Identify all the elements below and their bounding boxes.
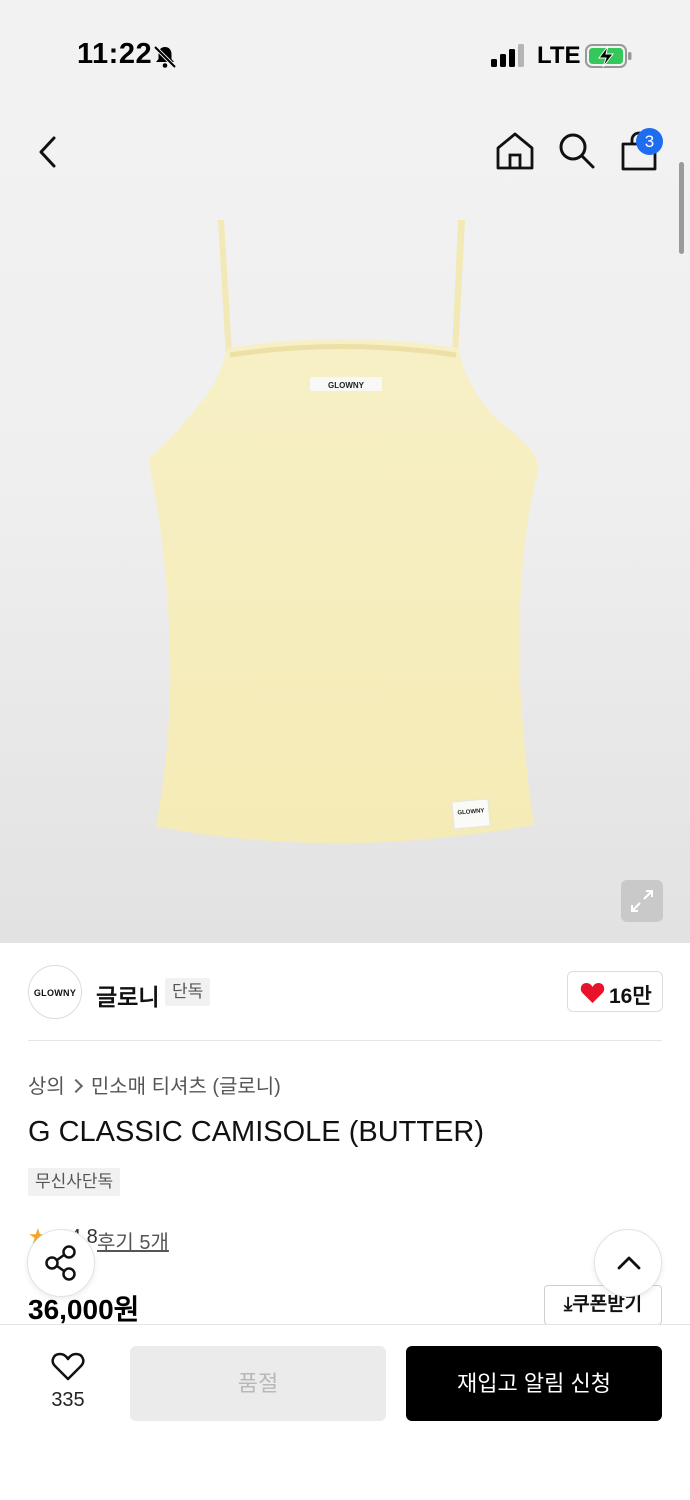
wish-count: 335 bbox=[51, 1389, 85, 1411]
breadcrumb-subcategory[interactable]: 민소매 티셔츠 (글로니) bbox=[91, 1076, 281, 1098]
download-icon: ⤓ bbox=[563, 1294, 573, 1315]
expand-icon bbox=[631, 890, 653, 912]
expand-image-button[interactable] bbox=[621, 880, 663, 922]
soldout-button[interactable]: 품절 bbox=[130, 1346, 386, 1421]
bell-muted-icon bbox=[153, 45, 177, 69]
bottom-action-bar: 335 품절 재입고 알림 신청 bbox=[0, 1324, 690, 1500]
breadcrumb-category[interactable]: 상의 bbox=[28, 1076, 65, 1098]
signal-icon bbox=[491, 44, 524, 67]
camisole-product-image: GLOWNY GLOWNY bbox=[148, 220, 539, 844]
battery-charging-icon bbox=[585, 44, 632, 68]
search-icon[interactable] bbox=[556, 130, 596, 170]
brand-logo[interactable]: GLOWNY bbox=[28, 965, 82, 1019]
restock-alert-button[interactable]: 재입고 알림 신청 bbox=[406, 1346, 662, 1421]
share-button[interactable] bbox=[27, 1229, 95, 1297]
heart-outline-icon[interactable] bbox=[51, 1351, 85, 1381]
chevron-up-icon bbox=[617, 1256, 641, 1270]
heart-filled-icon bbox=[580, 983, 605, 1003]
product-image-area: GLOWNY GLOWNY bbox=[0, 100, 690, 943]
share-icon bbox=[45, 1245, 76, 1281]
exclusive-badge: 무신사단독 bbox=[28, 1168, 121, 1196]
status-bar: 11:22 LTE bbox=[0, 0, 690, 100]
chevron-right-icon bbox=[68, 1078, 83, 1094]
brand-like-count: 16만 bbox=[609, 985, 652, 1008]
brand-like-button[interactable]: 16만 bbox=[567, 971, 663, 1012]
product-title: G CLASSIC CAMISOLE (BUTTER) bbox=[28, 1116, 485, 1148]
brand-name[interactable]: 글로니 bbox=[96, 978, 159, 1012]
cart-count-badge: 3 bbox=[636, 128, 663, 155]
scroll-top-button[interactable] bbox=[594, 1229, 662, 1297]
back-arrow-icon[interactable] bbox=[30, 132, 66, 172]
divider bbox=[28, 1040, 662, 1041]
neck-label-text: GLOWNY bbox=[328, 381, 365, 390]
scroll-indicator bbox=[679, 162, 684, 254]
brand-exclusive-tag: 단독 bbox=[165, 978, 211, 1006]
brand-row: GLOWNY 글로니 단독 16만 bbox=[0, 943, 690, 1041]
status-time: 11:22 bbox=[77, 38, 153, 70]
breadcrumb: 상의 민소매 티셔츠 (글로니) bbox=[28, 1070, 281, 1099]
review-count-link[interactable]: 후기 5개 bbox=[97, 1226, 169, 1255]
network-label: LTE bbox=[537, 42, 581, 69]
home-icon[interactable] bbox=[494, 130, 536, 172]
